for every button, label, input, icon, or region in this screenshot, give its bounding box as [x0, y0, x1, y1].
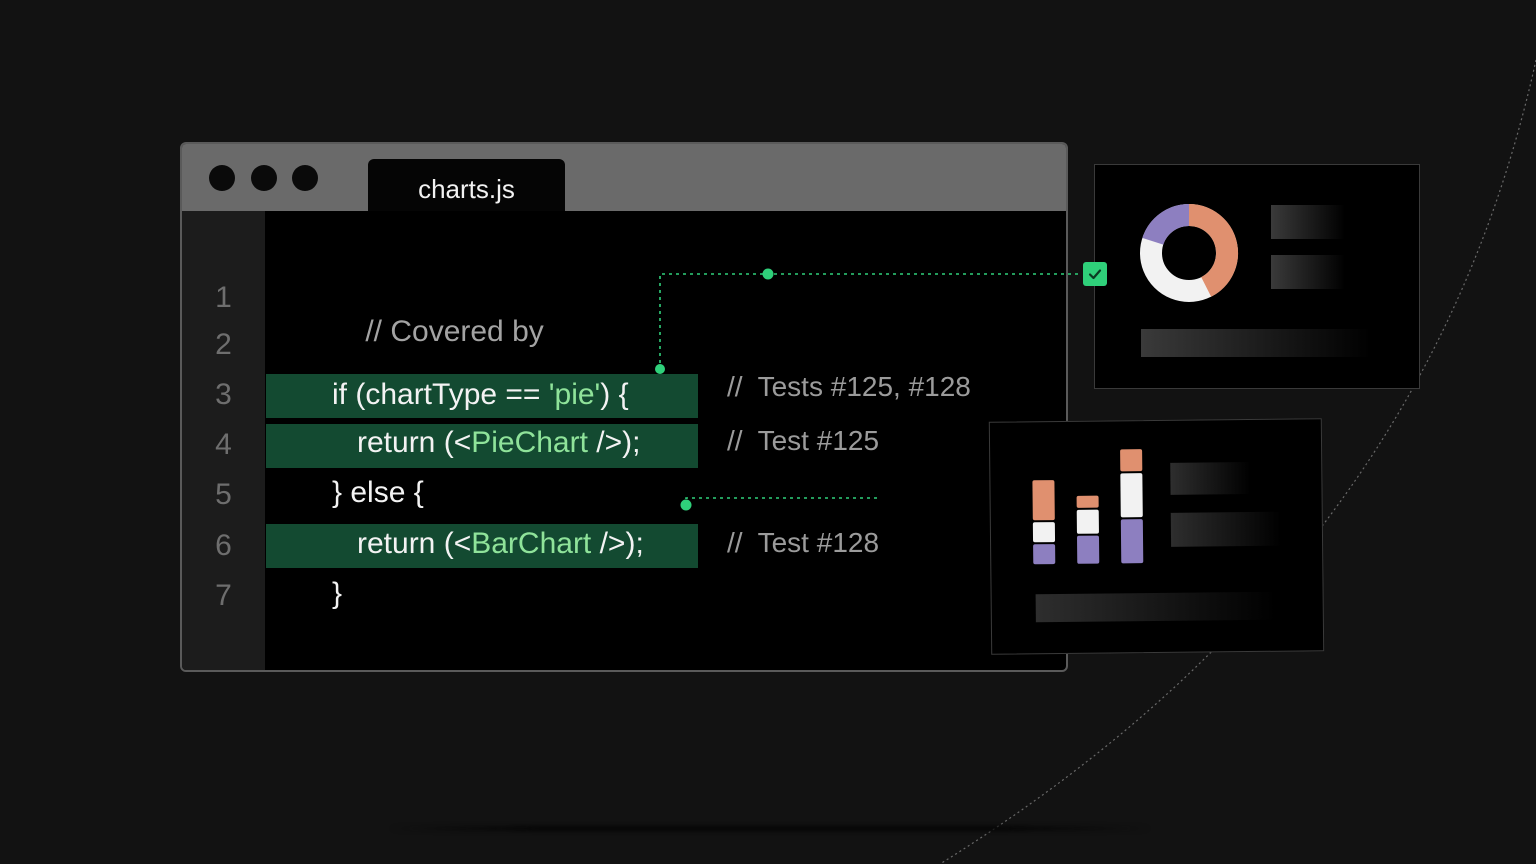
code-line-1: // Covered by — [332, 281, 544, 383]
pie-chart-preview-card[interactable] — [1094, 164, 1420, 389]
test-annotation-line-6: // Test #128 — [727, 527, 880, 558]
code-line-7: } — [332, 577, 343, 610]
line-number: 2 — [215, 328, 232, 361]
code-line-4: return (<PieChart />); — [357, 426, 640, 460]
code-token: if (chartType == — [332, 378, 549, 411]
line-number: 1 — [215, 281, 232, 314]
line-number: 7 — [215, 579, 232, 612]
code-token: ) { — [600, 378, 629, 411]
donut-chart-icon — [1140, 203, 1371, 357]
code-line-5: } else { — [332, 476, 424, 509]
line-number: 6 — [215, 529, 232, 562]
bar-chart-icon — [1032, 449, 1282, 623]
line-number: 5 — [215, 478, 232, 511]
coverage-checkbox[interactable] — [1083, 262, 1107, 286]
code-component-token: PieChart — [471, 426, 588, 459]
code-component-token: BarChart — [471, 527, 592, 560]
code-string-token: 'pie' — [548, 378, 601, 411]
editor-titlebar: charts.js — [182, 144, 1066, 211]
code-token: return (< — [357, 527, 472, 560]
window-close-dot-icon[interactable] — [209, 165, 235, 191]
line-number: 4 — [215, 428, 232, 461]
floor-shadow — [390, 826, 1150, 831]
code-comment: // Covered by — [365, 315, 544, 348]
line-number: 3 — [215, 378, 232, 411]
test-annotation-line-4: // Test #125 — [727, 425, 880, 456]
tab-charts-js[interactable]: charts.js — [368, 159, 565, 211]
check-icon — [1088, 269, 1102, 280]
code-token: return (< — [357, 426, 472, 459]
code-line-3: if (chartType == 'pie') { — [332, 378, 629, 412]
tab-label: charts.js — [418, 174, 515, 204]
test-annotation-line-3: // Tests #125, #128 — [727, 371, 971, 402]
code-editor-window: charts.js 1 2 3 4 5 6 7 // Covered by if… — [180, 142, 1068, 672]
bar-chart-preview-card[interactable] — [988, 418, 1325, 655]
window-maximize-dot-icon[interactable] — [292, 165, 318, 191]
code-token: />); — [591, 527, 644, 560]
window-minimize-dot-icon[interactable] — [251, 165, 277, 191]
code-token: />); — [587, 426, 641, 459]
code-line-6: return (<BarChart />); — [357, 527, 644, 561]
